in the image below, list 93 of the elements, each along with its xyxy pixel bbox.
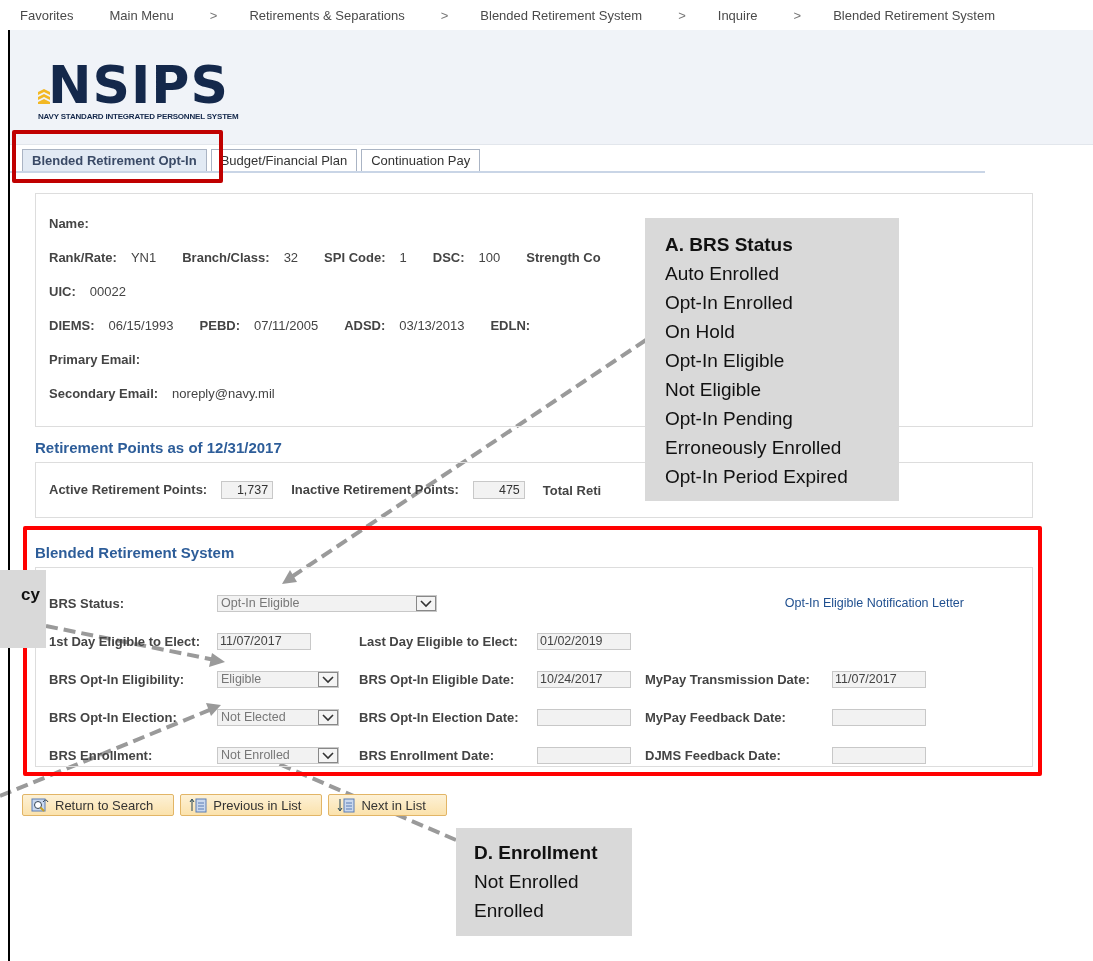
field-label: BRS Opt-In Election: (49, 709, 178, 725)
callout-line: Opt-In Eligible (665, 349, 786, 373)
date-field[interactable] (537, 708, 631, 726)
field-label: SPI Code: (324, 250, 386, 265)
field-label: UIC: (49, 284, 76, 299)
callout-title: A. BRS Status (665, 233, 794, 257)
date-field[interactable]: 11/07/2017 (217, 632, 311, 650)
breadcrumb-link[interactable]: Main Menu (109, 7, 174, 23)
field-label: DIEMS: (49, 318, 95, 333)
field-value: 100 (478, 250, 501, 265)
breadcrumb-link[interactable]: Favorites (20, 7, 74, 23)
field-value: 03/13/2013 (399, 318, 465, 333)
caret-icon (416, 595, 436, 611)
breadcrumb-link[interactable]: Blended Retirement System (833, 7, 995, 23)
page-tab[interactable]: Budget/Financial Plan (210, 149, 358, 171)
dropdown[interactable]: Eligible (217, 670, 339, 688)
field-label: MyPay Transmission Date: (645, 671, 811, 687)
breadcrumb-separator: > (209, 7, 218, 23)
return-button[interactable]: Return to Search (22, 794, 175, 816)
notification-letter-link[interactable]: Opt-In Eligible Notification Letter (537, 596, 982, 610)
date-field[interactable] (832, 708, 926, 726)
field-label: Name: (49, 216, 89, 231)
logo-wordmark: NSIPS (48, 60, 229, 110)
field-label: BRS Enrollment: (49, 747, 154, 763)
field-value: 32 (283, 250, 299, 265)
field-value: 1 (399, 250, 407, 265)
callout-title: D. Enrollment (474, 841, 599, 865)
field-label: Branch/Class: (182, 250, 270, 265)
date-field[interactable] (537, 746, 631, 764)
field-label: Total Reti (542, 482, 602, 498)
field-value: YN1 (130, 250, 157, 265)
field-label: Strength Co (526, 250, 601, 265)
chevron-stripes-icon (38, 89, 50, 104)
field-label: DJMS Feedback Date: (645, 747, 782, 763)
previous-button[interactable]: Previous in List (180, 794, 323, 816)
field-label: Inactive Retirement Points: (291, 482, 459, 497)
dropdown[interactable]: Opt-In Eligible (217, 594, 437, 612)
search-icon (31, 797, 49, 813)
field-label: Secondary Email: (49, 386, 159, 401)
field-label: Rank/Rate: (49, 250, 117, 265)
date-field[interactable] (832, 746, 926, 764)
caret-icon (318, 709, 338, 725)
field-label: Active Retirement Points: (49, 482, 208, 497)
breadcrumb-link[interactable]: Inquire (717, 7, 758, 23)
field-label: MyPay Feedback Date: (645, 709, 787, 725)
callout-line: Not Eligible (665, 378, 763, 402)
field-value: 07/11/2005 (254, 318, 319, 333)
dropdown[interactable]: Not Enrolled (217, 746, 339, 764)
field-label: Last Day Eligible to Elect: (359, 633, 519, 649)
field-label: PEBD: (199, 318, 241, 333)
next-button[interactable]: Next in List (328, 794, 447, 816)
section-heading: Blended Retirement System (35, 544, 235, 561)
date-field[interactable]: 10/24/2017 (537, 670, 631, 688)
breadcrumb-link[interactable]: Retirements & Separations (249, 7, 405, 23)
page-tab[interactable]: Continuation Pay (361, 149, 481, 171)
breadcrumb-link[interactable]: Blended Retirement System (480, 7, 643, 23)
callout-line: On Hold (665, 320, 736, 344)
field-value: 00022 (89, 284, 126, 299)
date-field[interactable]: 11/07/2017 (832, 670, 926, 688)
callout-title: cy (20, 584, 41, 606)
dropdown[interactable]: Not Elected (217, 708, 339, 726)
field-label: BRS Opt-In Eligibility: (49, 671, 186, 687)
callout-line: Opt-In Enrolled (665, 291, 794, 315)
field-label: BRS Enrollment Date: (359, 747, 496, 763)
field-label: Primary Email: (49, 352, 141, 367)
breadcrumb-separator: > (678, 7, 686, 23)
field-label: DSC: (432, 250, 465, 265)
field-value: noreply@navy.mil (172, 386, 275, 401)
callout-line: Opt-In Period Expired (665, 465, 849, 489)
caret-icon (318, 747, 338, 763)
field-label: ADSD: (344, 318, 386, 333)
breadcrumb-separator: > (440, 7, 449, 23)
list-down-icon (337, 797, 356, 813)
field-label: BRS Opt-In Election Date: (359, 709, 520, 725)
field-label: EDLN: (490, 318, 531, 333)
callout-line: Opt-In Pending (665, 407, 794, 431)
field-label: BRS Opt-In Eligible Date: (359, 671, 516, 687)
page-tab[interactable]: Blended Retirement Opt-In (22, 149, 207, 171)
breadcrumb-separator: > (793, 7, 802, 23)
callout-line: Enrolled (474, 899, 545, 923)
points-field: 1,737 (221, 481, 274, 499)
callout-line: Auto Enrolled (665, 262, 781, 286)
field-value: 06/15/1993 (108, 318, 174, 333)
logo-tagline: NAVY STANDARD INTEGRATED PERSONNEL SYSTEM (38, 112, 239, 121)
field-label: 1st Day Eligible to Elect: (49, 633, 201, 649)
callout-line: Erroneously Enrolled (665, 436, 843, 460)
date-field[interactable]: 01/02/2019 (537, 632, 631, 650)
list-up-icon (189, 797, 208, 813)
points-field: 475 (472, 481, 525, 499)
field-label: BRS Status: (49, 595, 126, 611)
section-heading: Retirement Points as of 12/31/2017 (35, 439, 282, 456)
callout-line: Not Enrolled (474, 870, 580, 894)
caret-icon (318, 671, 338, 687)
